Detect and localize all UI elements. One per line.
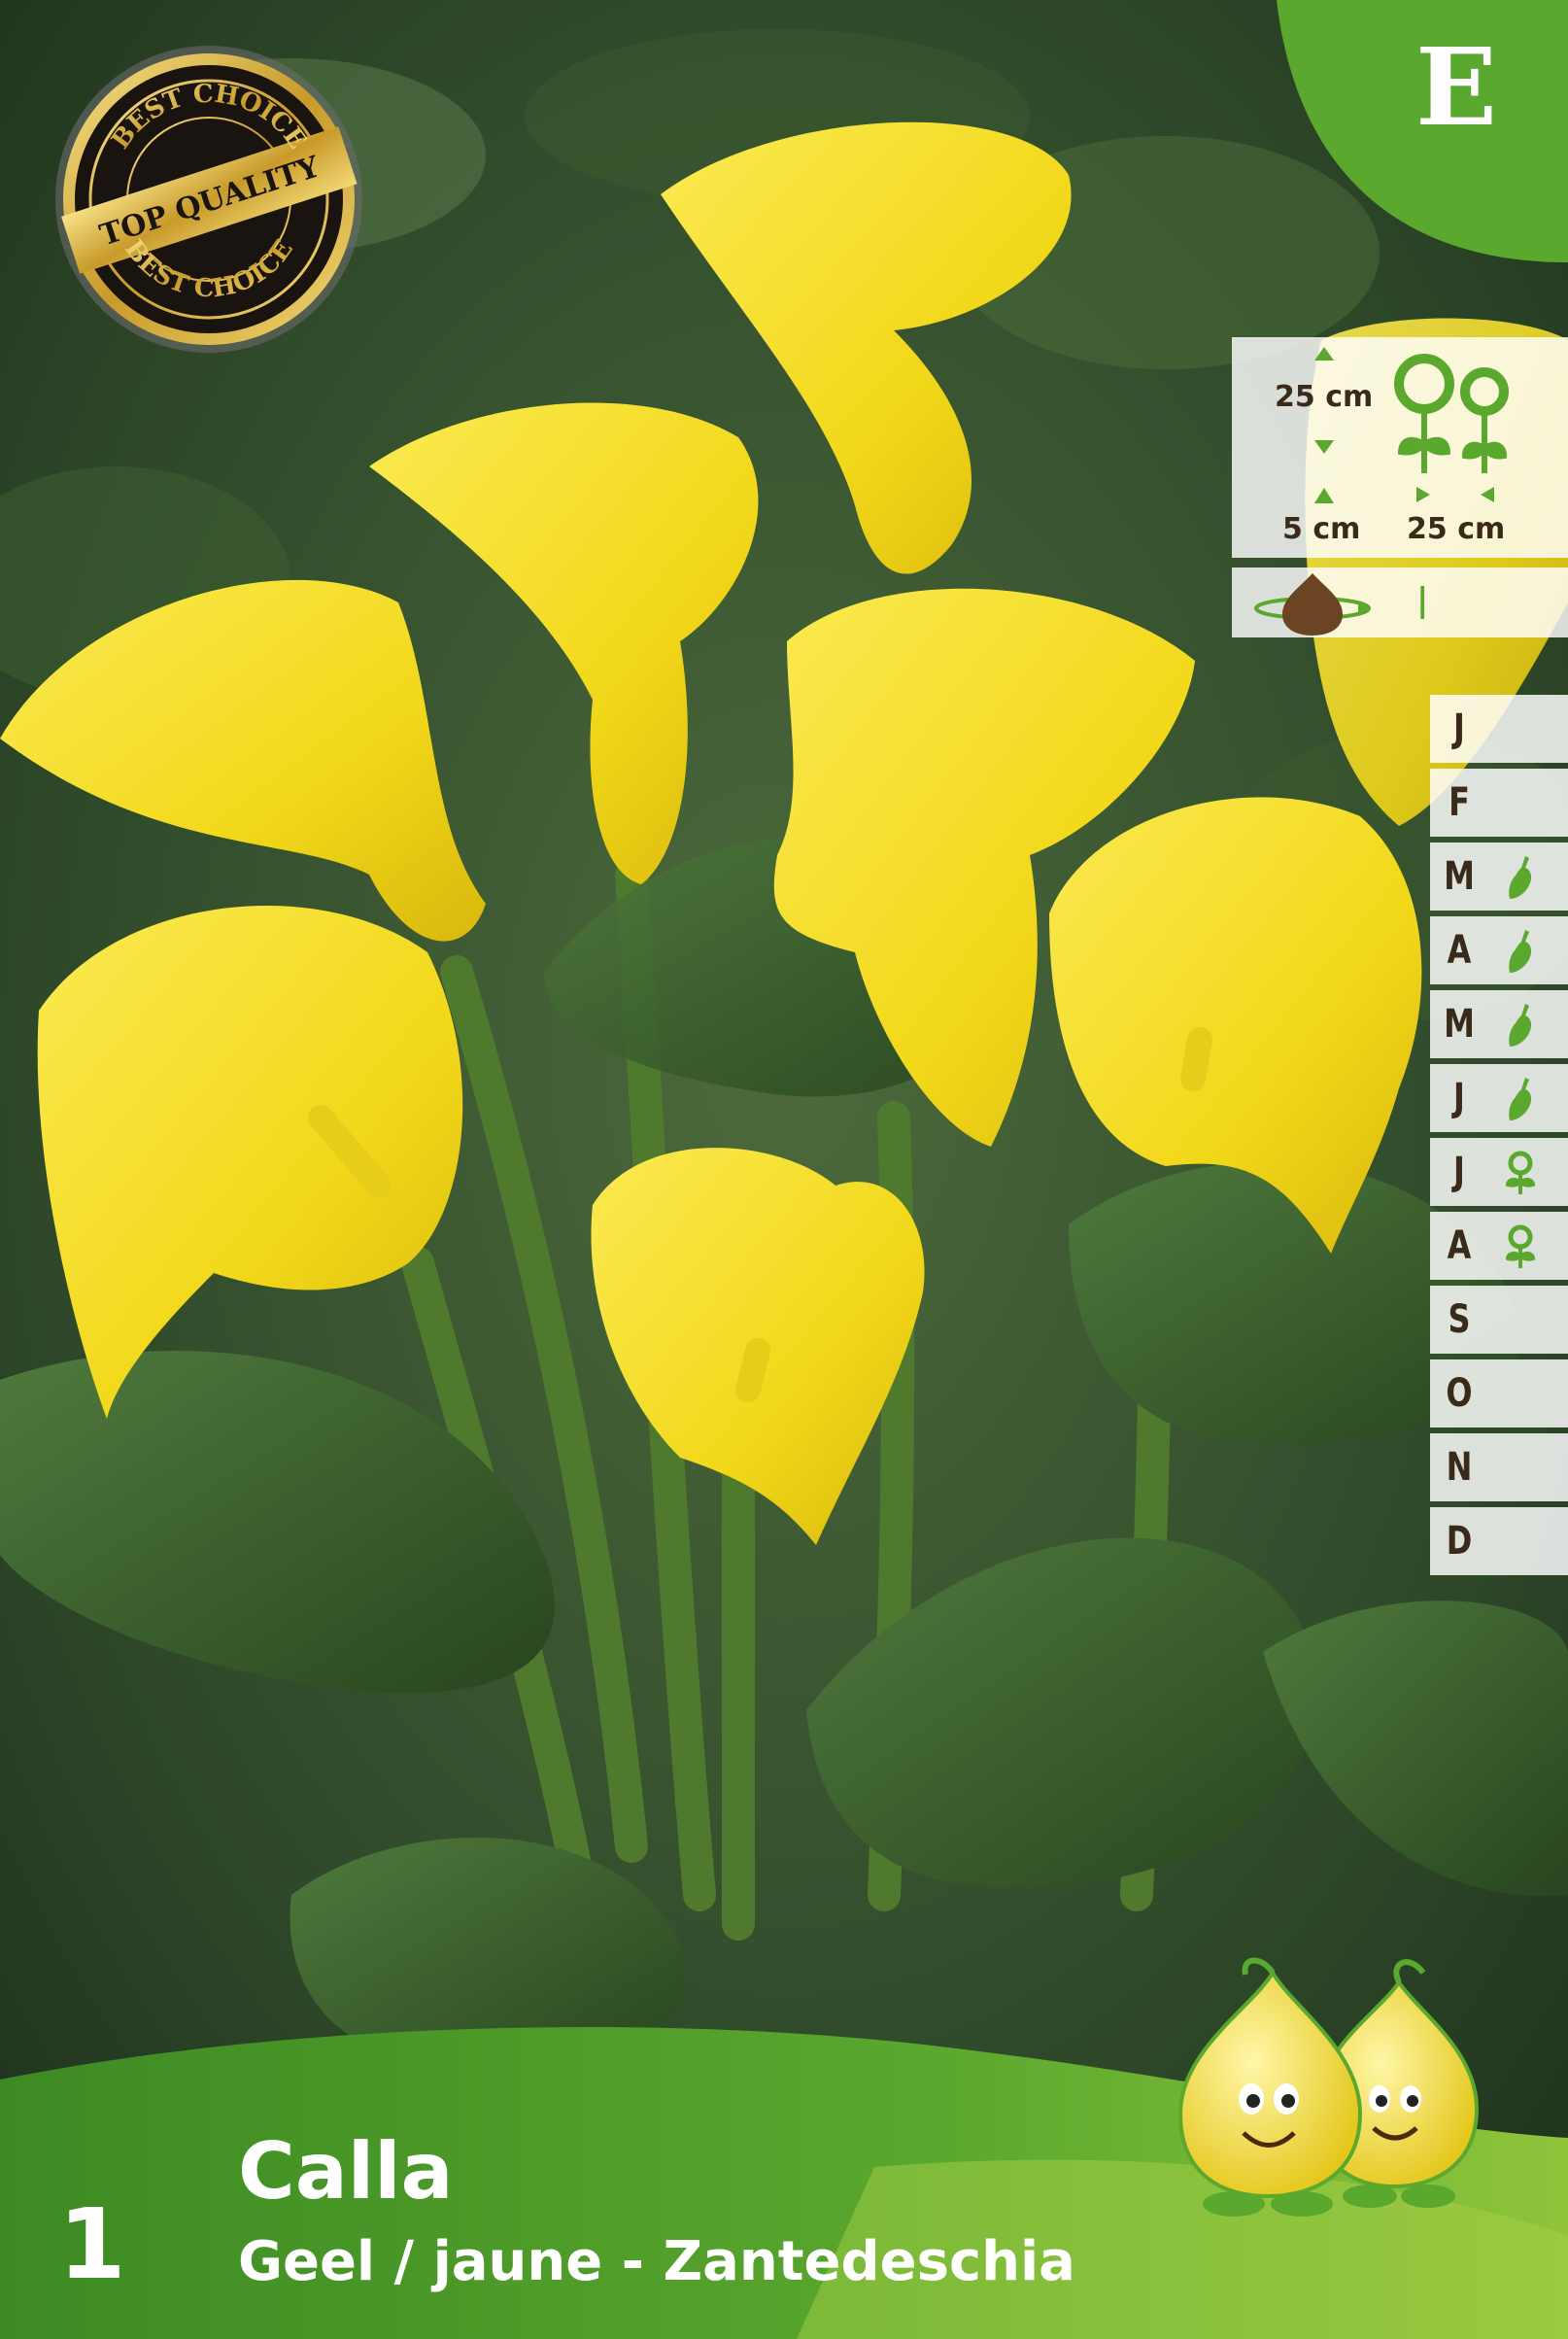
calendar-month-letter: J [1453,706,1465,751]
trowel-icon [1509,1078,1532,1120]
calendar-month-letter: M [1444,1002,1475,1047]
calendar-month-row: D [1430,1507,1568,1575]
planting-calendar: JFMAMJJASOND [1430,695,1568,1581]
calendar-month-letter: D [1446,1519,1473,1564]
top-quality-badge: BEST CHOICE BEST CHOICE TOP QUALITY [55,46,362,353]
calendar-month-letter: J [1453,1076,1465,1120]
trowel-icon [1509,930,1532,973]
trowel-icon [1509,1004,1532,1047]
calendar-month-row: J [1430,1064,1568,1132]
calendar-month-row: N [1430,1433,1568,1501]
spacing-arrow-icon [1416,487,1494,502]
calendar-month-letter: M [1444,854,1475,899]
calendar-month-row: A [1430,916,1568,984]
quantity-label: 1 [58,2187,126,2301]
orientation-mark: | [1416,581,1429,620]
calendar-month-letter: J [1453,1150,1465,1194]
planting-info-panel: 25 cm 5 cm 25 cm [1232,337,1568,558]
flower-icon [1505,1151,1536,1194]
bulb-icon [1254,573,1371,636]
trowel-icon [1509,856,1532,899]
calendar-month-letter: A [1447,1223,1472,1268]
calendar-month-letter: S [1448,1297,1471,1342]
calendar-month-row: J [1430,1138,1568,1206]
product-subtitle: Geel / jaune - Zantedeschia [238,2230,1075,2293]
category-letter: E [1415,24,1497,150]
calendar-month-row: O [1430,1359,1568,1427]
calendar-month-row: M [1430,990,1568,1058]
calendar-month-letter: F [1449,780,1470,825]
flower-icon [1505,1224,1536,1268]
height-label: 25 cm [1275,380,1374,414]
calendar-month-row: F [1430,769,1568,837]
calendar-month-row: J [1430,695,1568,763]
bulb-mascots-icon [1177,1957,1480,2217]
bulb-orientation-panel: | [1232,568,1568,637]
calendar-month-row: M [1430,843,1568,911]
depth-label: 5 cm [1282,512,1361,546]
spacing-flowers-icon [1394,354,1509,473]
calendar-month-row: S [1430,1286,1568,1354]
calendar-month-letter: N [1446,1445,1473,1490]
spacing-label: 25 cm [1407,512,1506,546]
depth-arrow-icon [1314,488,1334,503]
calendar-month-row: A [1430,1212,1568,1280]
calendar-month-letter: O [1446,1371,1473,1416]
calendar-month-letter: A [1447,928,1472,973]
product-name: Calla [238,2126,454,2217]
